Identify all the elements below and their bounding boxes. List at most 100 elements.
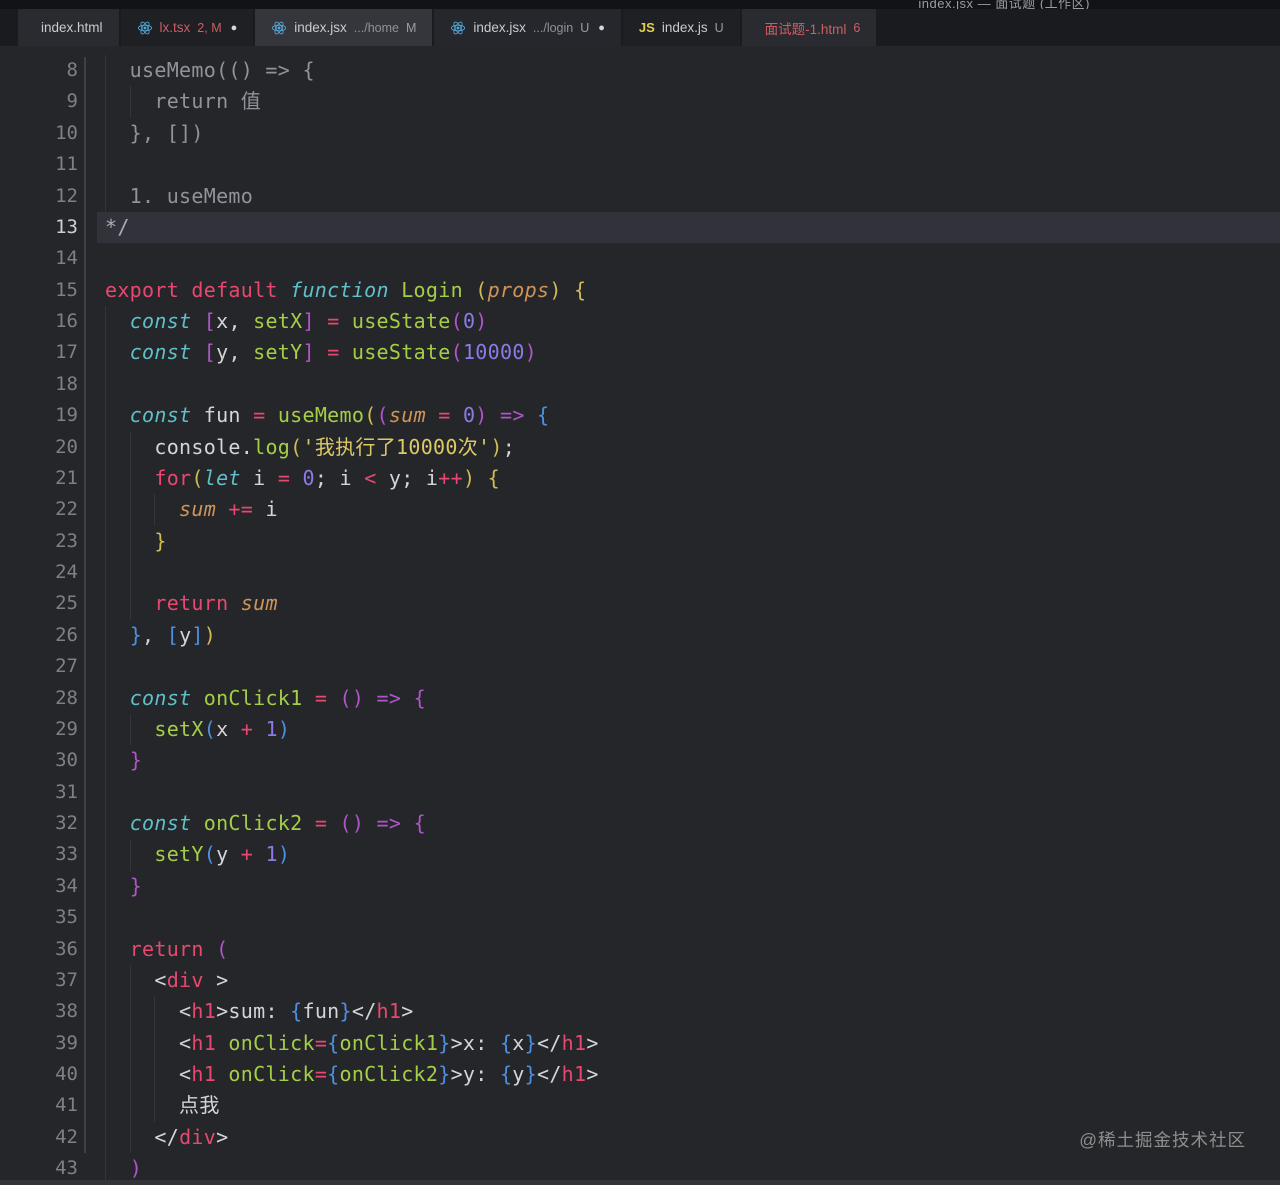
code-line-19[interactable]: 19 const fun = useMemo((sum = 0) => { (0, 400, 1280, 432)
code-line-22[interactable]: 22 sum += i (0, 494, 1280, 526)
line-number[interactable]: 41 (0, 1090, 78, 1121)
code-line-39[interactable]: 39 <h1 onClick={onClick1}>x: {x}</h1> (0, 1027, 1280, 1059)
code-text: const onClick1 = () => { (129, 685, 426, 710)
code-line-26[interactable]: 26 }, [y]) (0, 619, 1280, 652)
line-number[interactable]: 37 (0, 965, 78, 996)
line-number[interactable]: 12 (0, 181, 78, 212)
tab-label: lx.tsx (159, 20, 191, 35)
line-number[interactable]: 29 (0, 714, 78, 745)
line-number[interactable]: 34 (0, 871, 78, 902)
code-line-30[interactable]: 30 } (0, 745, 1280, 777)
code-line-33[interactable]: 33 setY(y + 1) (0, 839, 1280, 871)
line-number[interactable]: 26 (0, 620, 78, 651)
tab-suffix: 6 (853, 20, 861, 35)
code-line-9[interactable]: 9 return 值 (0, 86, 1280, 118)
code-line-38[interactable]: 38 <h1>sum: {fun}</h1> (0, 996, 1280, 1028)
tab-suffix: 2, M (197, 20, 222, 35)
code-line-14[interactable]: 14 (0, 243, 1280, 274)
code-text: 点我 (179, 1093, 220, 1118)
code-line-36[interactable]: 36 return ( (0, 933, 1280, 965)
code-text: <div > (154, 967, 229, 992)
line-number[interactable]: 39 (0, 1028, 78, 1059)
code-line-31[interactable]: 31 (0, 776, 1280, 808)
code-line-25[interactable]: 25 return sum (0, 588, 1280, 620)
code-text: <h1 onClick={onClick1}>x: {x}</h1> (179, 1030, 599, 1055)
code-line-28[interactable]: 28 const onClick1 = () => { (0, 682, 1280, 714)
line-number[interactable]: 25 (0, 588, 78, 619)
code-text: } (129, 748, 143, 773)
code-line-37[interactable]: 37 <div > (0, 964, 1280, 997)
code-line-20[interactable]: 20 console.log('我执行了10000次'); (0, 431, 1280, 463)
code-line-10[interactable]: 10 }, []) (0, 117, 1280, 150)
tab-index-html[interactable]: index.html (18, 9, 119, 46)
code-text: return 值 (105, 89, 262, 114)
indent-guide (105, 557, 106, 589)
code-text: return ( (129, 936, 229, 961)
tab-suffix: M (405, 20, 417, 35)
line-number[interactable]: 19 (0, 400, 78, 431)
line-number[interactable]: 11 (0, 149, 78, 180)
line-number[interactable]: 27 (0, 651, 78, 682)
tab-label: index.js (661, 20, 708, 35)
window-title: index.jsx — 面试题 (工作区) (918, 0, 1090, 9)
line-number[interactable]: 42 (0, 1122, 78, 1153)
tab-bar: index.html lx.tsx 2, M ● index.jsx .../home… (0, 9, 1280, 46)
code-line-15[interactable]: 15 export default function Login (props) … (0, 275, 1280, 306)
tab-index-js[interactable]: JS index.js U (622, 9, 740, 46)
indent-guide (105, 368, 106, 401)
line-number[interactable]: 40 (0, 1059, 78, 1090)
code-text: export default function Login (props) { (105, 277, 587, 302)
code-line-40[interactable]: 40 <h1 onClick={onClick2}>y: {y}</h1> (0, 1059, 1280, 1091)
line-number[interactable]: 36 (0, 934, 78, 965)
line-number[interactable]: 13 (0, 212, 78, 243)
line-number[interactable]: 28 (0, 683, 78, 714)
tab--1-html[interactable]: 面试题-1.html 6 (741, 9, 877, 46)
code-line-12[interactable]: 12 1. useMemo (0, 180, 1280, 212)
line-number[interactable]: 35 (0, 902, 78, 933)
code-text: <h1 onClick={onClick2}>y: {y}</h1> (179, 1062, 599, 1086)
tab-label: index.jsx (294, 20, 347, 35)
line-number[interactable]: 20 (0, 432, 78, 463)
code-line-24[interactable]: 24 (0, 557, 1280, 589)
tab-index-jsx[interactable]: index.jsx .../home M (255, 9, 433, 46)
line-number[interactable]: 8 (0, 55, 78, 86)
line-number[interactable]: 33 (0, 839, 78, 870)
tab-detail: .../home (353, 20, 399, 35)
tab-suffix: U (580, 20, 590, 35)
line-number[interactable]: 16 (0, 306, 78, 337)
code-line-13[interactable]: 13 */ (0, 211, 1280, 244)
code-line-8[interactable]: 8 useMemo(() => { (0, 55, 1280, 87)
code-line-27[interactable]: 27 (0, 651, 1280, 683)
code-line-17[interactable]: 17 const [y, setY] = useState(10000) (0, 337, 1280, 369)
line-number[interactable]: 14 (0, 243, 78, 274)
code-line-35[interactable]: 35 (0, 902, 1280, 934)
tab-index-jsx[interactable]: index.jsx .../login U ● (434, 9, 621, 46)
unsaved-dot-icon: ● (230, 21, 238, 34)
line-number[interactable]: 15 (0, 275, 78, 306)
js-icon: JS (638, 20, 655, 35)
line-number[interactable]: 32 (0, 808, 78, 839)
code-text: return sum (154, 591, 278, 616)
code-line-21[interactable]: 21 for(let i = 0; i < y; i++) { (0, 462, 1280, 495)
code-line-29[interactable]: 29 setX(x + 1) (0, 713, 1280, 746)
code-lines: 8 useMemo(() => {9 return 值 10 }, []) 11 12… (0, 55, 1280, 1185)
line-number[interactable]: 18 (0, 369, 78, 400)
code-line-16[interactable]: 16 const [x, setX] = useState(0) (0, 306, 1280, 338)
code-line-18[interactable]: 18 (0, 368, 1280, 401)
code-line-11[interactable]: 11 (0, 149, 1280, 181)
line-number[interactable]: 21 (0, 463, 78, 494)
line-number[interactable]: 23 (0, 526, 78, 557)
tab-lx-tsx[interactable]: lx.tsx 2, M ● (120, 9, 254, 46)
code-line-41[interactable]: 41 点我 (0, 1090, 1280, 1122)
line-number[interactable]: 24 (0, 557, 78, 588)
line-number[interactable]: 10 (0, 118, 78, 149)
code-line-23[interactable]: 23 } (0, 525, 1280, 557)
code-line-34[interactable]: 34 } (0, 870, 1280, 903)
line-number[interactable]: 31 (0, 777, 78, 808)
line-number[interactable]: 38 (0, 996, 78, 1027)
line-number[interactable]: 22 (0, 494, 78, 525)
line-number[interactable]: 9 (0, 86, 78, 117)
code-line-32[interactable]: 32 const onClick2 = () => { (0, 808, 1280, 840)
line-number[interactable]: 17 (0, 337, 78, 368)
line-number[interactable]: 30 (0, 745, 78, 776)
